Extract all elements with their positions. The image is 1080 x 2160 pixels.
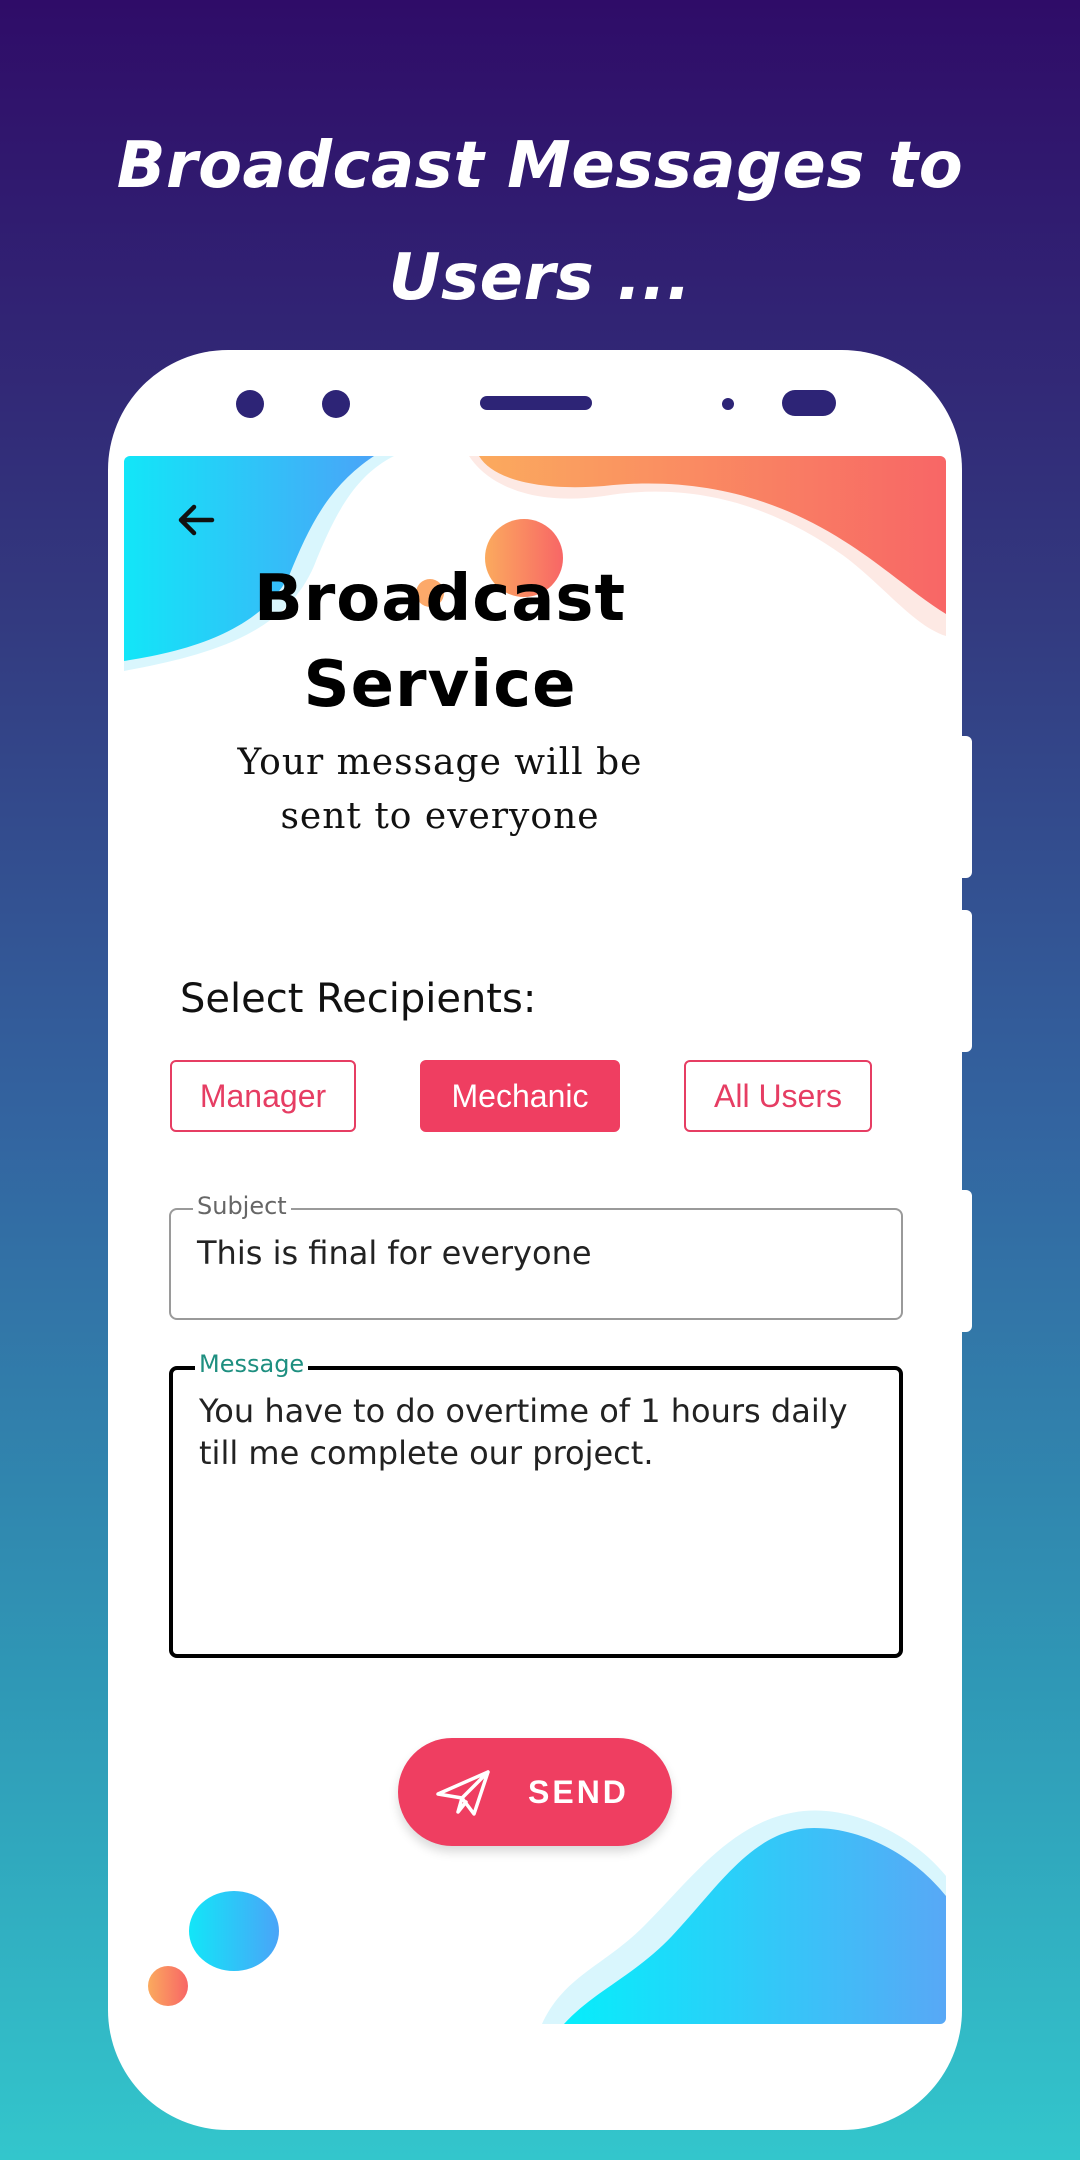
side-button-lower xyxy=(962,1190,972,1332)
front-camera-icon xyxy=(236,390,264,418)
message-label: Message xyxy=(195,1350,309,1378)
page-subtitle-line2: sent to everyone xyxy=(280,796,600,837)
promo-headline-line1: Broadcast Messages to xyxy=(116,129,964,203)
subject-field[interactable]: Subject This is final for everyone xyxy=(169,1192,903,1320)
page-subtitle: Your message will be sent to everyone xyxy=(124,736,756,844)
promo-headline: Broadcast Messages to Users ... xyxy=(0,110,1080,334)
recipients-label: Select Recipients: xyxy=(180,976,537,1022)
earpiece-speaker xyxy=(480,396,592,410)
page-title-line1: Broadcast xyxy=(253,562,627,636)
paper-plane-icon xyxy=(436,1770,490,1816)
sensor-icon xyxy=(322,390,350,418)
promo-headline-line2: Users ... xyxy=(388,241,692,315)
subject-label: Subject xyxy=(193,1192,291,1220)
recipient-chip-mechanic[interactable]: Mechanic xyxy=(420,1060,620,1132)
page-subtitle-line1: Your message will be xyxy=(237,742,643,783)
recipient-chip-manager[interactable]: Manager xyxy=(170,1060,356,1132)
send-button-label: SEND xyxy=(528,1774,629,1810)
side-button-middle xyxy=(962,910,972,1052)
send-button[interactable]: SEND xyxy=(398,1738,672,1846)
page-title-line2: Service xyxy=(303,648,577,722)
proximity-sensor-icon xyxy=(722,398,734,410)
message-textarea[interactable]: You have to do overtime of 1 hours daily… xyxy=(199,1390,873,1474)
app-screen: Broadcast Service Your message will be s… xyxy=(124,456,946,2024)
side-button-upper xyxy=(962,736,972,878)
subject-input[interactable]: This is final for everyone xyxy=(197,1232,875,1274)
flash-icon xyxy=(782,390,836,416)
recipient-chip-all-users[interactable]: All Users xyxy=(684,1060,872,1132)
arrow-left-icon[interactable] xyxy=(172,496,220,544)
page-title: Broadcast Service xyxy=(124,556,756,728)
message-field[interactable]: Message You have to do overtime of 1 hou… xyxy=(169,1350,903,1658)
